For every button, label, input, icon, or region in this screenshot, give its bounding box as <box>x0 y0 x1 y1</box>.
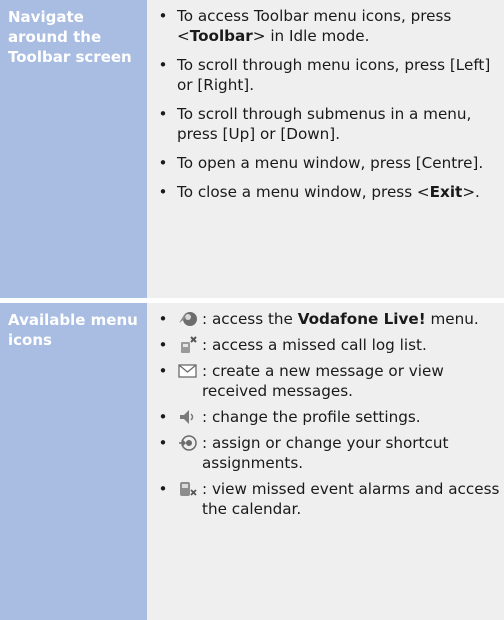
list-item: • : create a new message or view receive… <box>147 361 500 401</box>
bullet: • <box>158 434 168 452</box>
manual-page: Navigate around the Toolbar screen • To … <box>0 0 504 620</box>
item-text: menu. <box>425 310 479 328</box>
item-key: Toolbar <box>189 27 253 45</box>
bullet: • <box>158 310 168 328</box>
bullet: • <box>158 408 168 426</box>
bullet: • <box>158 7 168 25</box>
item-text: : view missed event alarms and access th… <box>202 480 500 518</box>
bullet: • <box>158 154 168 172</box>
navigate-content: • To access Toolbar menu icons, press <T… <box>147 0 504 298</box>
navigate-heading: Navigate around the Toolbar screen <box>0 0 147 298</box>
vodafone-live-icon <box>177 309 199 329</box>
speaker-icon <box>177 407 199 427</box>
item-text: : access a missed call log list. <box>202 336 427 354</box>
missed-call-icon <box>177 335 199 355</box>
item-text: To close a menu window, press < <box>177 183 430 201</box>
list-item: • : access the Vodafone Live! menu. <box>147 309 500 329</box>
envelope-icon <box>177 361 199 381</box>
navigate-list: • To access Toolbar menu icons, press <T… <box>147 6 500 202</box>
bullet: • <box>158 56 168 74</box>
navigate-section: Navigate around the Toolbar screen • To … <box>0 0 504 298</box>
item-text: To scroll through submenus in a menu, pr… <box>177 105 472 143</box>
menu-icons-content: • : access the Vodafone Live! menu. •: … <box>147 303 504 620</box>
list-item: • To scroll through submenus in a menu, … <box>147 104 500 144</box>
item-key: Exit <box>429 183 463 201</box>
list-item: • To close a menu window, press <Exit>. <box>147 182 500 202</box>
list-item: • To scroll through menu icons, press [L… <box>147 55 500 95</box>
item-text: : change the profile settings. <box>202 408 421 426</box>
menu-icons-heading: Available menu icons <box>0 303 147 620</box>
list-item: • : view missed event alarms and access … <box>147 479 500 519</box>
item-text: To open a menu window, press [Centre]. <box>177 154 484 172</box>
list-item: • : assign or change your shortcut assig… <box>147 433 500 473</box>
item-text: To scroll through menu icons, press [Lef… <box>177 56 491 94</box>
item-text: > in Idle mode. <box>252 27 370 45</box>
item-key: Vodafone Live! <box>297 310 426 328</box>
list-item: • : access a missed call log list. <box>147 335 500 355</box>
bullet: • <box>158 105 168 123</box>
bullet: • <box>158 336 168 354</box>
shortcut-icon <box>177 433 199 453</box>
event-alarm-icon <box>177 479 199 499</box>
bullet: • <box>158 183 168 201</box>
item-text: : access the <box>202 310 298 328</box>
list-item: • To access Toolbar menu icons, press <T… <box>147 6 500 46</box>
bullet: • <box>158 480 168 498</box>
item-text: : assign or change your shortcut assignm… <box>202 434 449 472</box>
list-item: • : change the profile settings. <box>147 407 500 427</box>
menu-icons-list: • : access the Vodafone Live! menu. •: … <box>147 309 500 519</box>
list-item: • To open a menu window, press [Centre]. <box>147 153 500 173</box>
bullet: • <box>158 362 168 380</box>
menu-icons-section: Available menu icons • : access the Voda… <box>0 303 504 620</box>
item-text: >. <box>462 183 480 201</box>
item-text: : create a new message or view received … <box>202 362 444 400</box>
